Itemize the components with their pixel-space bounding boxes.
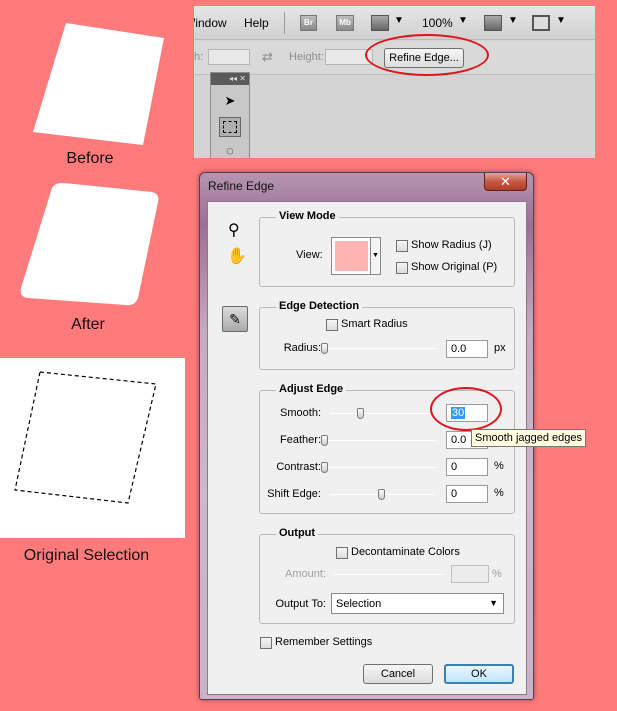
- amount-slider-track: [334, 574, 444, 575]
- show-radius-label: Show Radius (J): [411, 239, 492, 251]
- radius-label: Radius:: [283, 342, 321, 354]
- decontaminate-label: Decontaminate Colors: [351, 546, 460, 558]
- feather-label: Feather:: [280, 434, 321, 446]
- menu-divider: [284, 12, 285, 34]
- output-to-value: Selection: [336, 598, 382, 610]
- smooth-slider-track[interactable]: [330, 413, 434, 414]
- tools-panel-header: ◂◂ ✕: [211, 73, 249, 85]
- smart-radius-label: Smart Radius: [341, 318, 408, 330]
- zoom-level[interactable]: 100%: [422, 16, 453, 30]
- view-preview-swatch: [335, 241, 368, 271]
- amount-label: Amount:: [285, 568, 326, 580]
- screen-mode-icon[interactable]: [532, 15, 550, 31]
- edge-detection-group: Edge Detection Smart Radius Radius: 0.0 …: [259, 300, 515, 370]
- radius-unit: px: [494, 342, 506, 354]
- feather-slider-track[interactable]: [325, 440, 437, 441]
- marching-ants-selection: [14, 371, 157, 504]
- after-label: After: [71, 316, 105, 333]
- smooth-label: Smooth:: [280, 407, 321, 419]
- radius-slider-track[interactable]: [325, 348, 437, 349]
- remember-settings-checkbox[interactable]: [260, 637, 272, 649]
- lasso-tool-icon[interactable]: ◌: [219, 141, 241, 158]
- cancel-button[interactable]: Cancel: [363, 664, 433, 684]
- before-shape: [33, 23, 164, 145]
- view-dropdown-arrow[interactable]: ▼: [370, 238, 380, 274]
- edge-detection-title: Edge Detection: [276, 300, 363, 312]
- view-label: View:: [296, 249, 323, 261]
- shift-edge-unit: %: [494, 487, 504, 499]
- after-shape: [20, 182, 159, 306]
- menu-bar: Window Help Br Mb ▼ 100% ▼ ▼ ▼: [194, 6, 595, 40]
- ok-button[interactable]: OK: [444, 664, 514, 684]
- original-selection-panel: [0, 358, 185, 538]
- output-to-label: Output To:: [275, 598, 326, 610]
- dialog-body: ⚲ ✋ ✎ View Mode View: ▼ Show Radius (J) …: [207, 201, 527, 695]
- show-original-label: Show Original (P): [411, 261, 498, 273]
- amount-input: [451, 565, 489, 583]
- chevron-down-icon[interactable]: ▼: [489, 598, 498, 608]
- contrast-slider-track[interactable]: [325, 467, 437, 468]
- highlight-ring-refine-edge: [365, 34, 489, 76]
- zoom-tool-icon[interactable]: ⚲: [228, 220, 240, 240]
- contrast-label: Contrast:: [276, 461, 321, 473]
- show-radius-checkbox[interactable]: [396, 240, 408, 252]
- dialog-close-button[interactable]: ✕: [484, 173, 527, 191]
- hand-tool-icon[interactable]: ✋: [227, 246, 247, 266]
- amount-unit: %: [492, 568, 502, 580]
- before-label: Before: [66, 150, 114, 167]
- feather-slider-thumb[interactable]: [321, 435, 328, 446]
- decontaminate-checkbox[interactable]: [336, 547, 348, 559]
- smart-radius-checkbox[interactable]: [326, 319, 338, 331]
- contrast-slider-thumb[interactable]: [321, 462, 328, 473]
- tools-panel: ◂◂ ✕ ➤ ◌: [210, 72, 250, 158]
- menu-window[interactable]: Window: [194, 16, 227, 30]
- output-to-select[interactable]: Selection ▼: [331, 593, 504, 614]
- contrast-input[interactable]: 0: [446, 458, 488, 476]
- original-selection-label: Original Selection: [23, 547, 150, 564]
- chevron-down-icon[interactable]: ▼: [556, 15, 566, 26]
- collapse-icon[interactable]: ◂◂: [229, 74, 237, 83]
- view-mode-picker[interactable]: ▼: [331, 237, 381, 275]
- shift-edge-slider-thumb[interactable]: [378, 489, 385, 500]
- chevron-down-icon[interactable]: ▼: [458, 15, 468, 26]
- height-label: Height:: [289, 51, 324, 63]
- width-label: Width:: [194, 51, 204, 63]
- arrange-documents-icon[interactable]: [484, 15, 502, 31]
- application-toolbar: Window Help Br Mb ▼ 100% ▼ ▼ ▼ Width: ⇄ …: [194, 6, 595, 158]
- shift-edge-label: Shift Edge:: [267, 488, 321, 500]
- chevron-down-icon[interactable]: ▼: [508, 15, 518, 26]
- marquee-tool-icon[interactable]: [219, 117, 241, 137]
- output-title: Output: [276, 527, 319, 539]
- contrast-unit: %: [494, 460, 504, 472]
- smooth-slider-thumb[interactable]: [357, 408, 365, 419]
- adjust-edge-title: Adjust Edge: [276, 383, 347, 395]
- close-icon[interactable]: ✕: [239, 74, 246, 83]
- chevron-down-icon[interactable]: ▼: [394, 15, 404, 26]
- highlight-ring-smooth: [430, 387, 502, 431]
- remember-settings-label: Remember Settings: [275, 636, 373, 648]
- move-tool-icon[interactable]: ➤: [219, 91, 241, 111]
- shift-edge-input[interactable]: 0: [446, 485, 488, 503]
- swap-dimensions-icon[interactable]: ⇄: [262, 49, 273, 65]
- view-extras-icon[interactable]: [371, 15, 389, 31]
- show-original-checkbox[interactable]: [396, 262, 408, 274]
- width-field[interactable]: [208, 49, 250, 65]
- radius-slider-thumb[interactable]: [321, 343, 328, 354]
- smooth-tooltip: Smooth jagged edges: [471, 429, 587, 447]
- refine-radius-tool-icon[interactable]: ✎: [222, 306, 248, 332]
- output-group: Output Decontaminate Colors Amount: % Ou…: [259, 527, 515, 624]
- radius-input[interactable]: 0.0: [446, 340, 488, 358]
- mini-bridge-icon[interactable]: Mb: [336, 15, 354, 31]
- bridge-icon[interactable]: Br: [300, 15, 317, 31]
- menu-help[interactable]: Help: [244, 16, 269, 30]
- dialog-title: Refine Edge: [208, 179, 275, 193]
- view-mode-group: View Mode View: ▼ Show Radius (J) Show O…: [259, 210, 515, 287]
- view-mode-title: View Mode: [276, 210, 339, 222]
